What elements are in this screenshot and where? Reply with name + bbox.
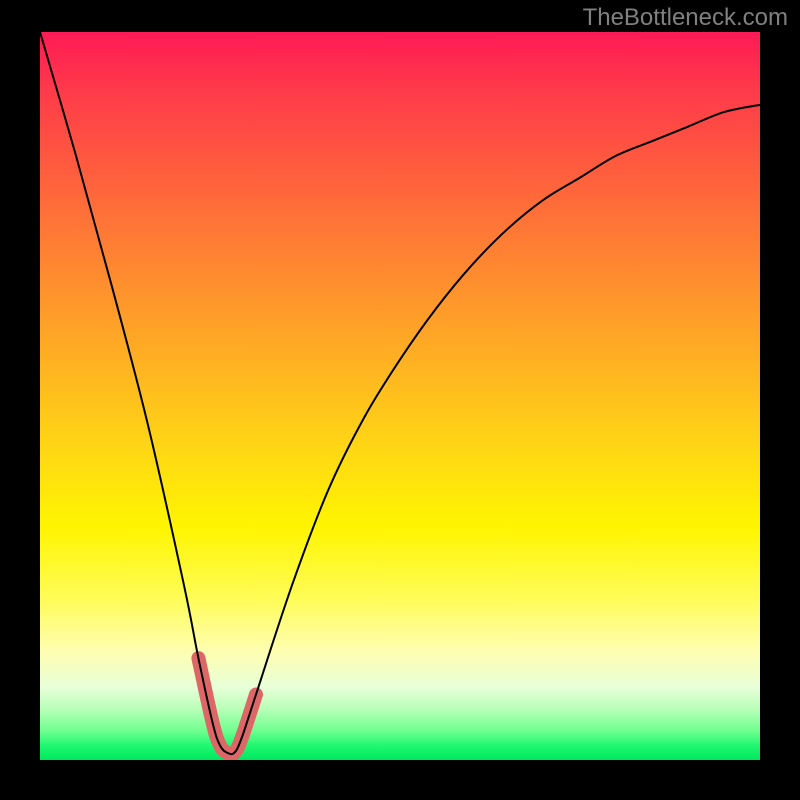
healthy-region-highlight — [198, 658, 256, 754]
chart-svg — [40, 32, 760, 760]
watermark-text: TheBottleneck.com — [583, 4, 788, 32]
bottleneck-curve — [40, 32, 760, 754]
chart-plot-area — [40, 32, 760, 760]
